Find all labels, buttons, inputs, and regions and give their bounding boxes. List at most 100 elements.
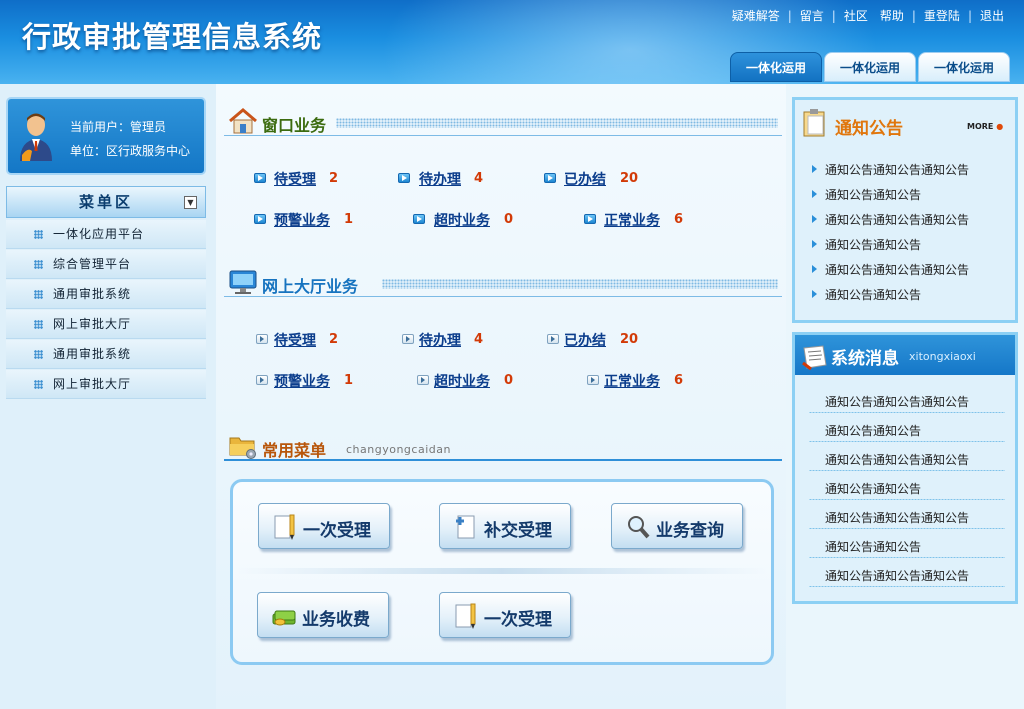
document-plus-icon — [456, 515, 475, 539]
tab-integrated-1[interactable]: 一体化运用 — [730, 52, 822, 82]
button-label: 业务收费 — [302, 610, 370, 630]
document-pencil-icon — [274, 514, 295, 540]
tab-integrated-3[interactable]: 一体化运用 — [918, 52, 1010, 82]
system-message-subtitle: xitongxiaoxi — [909, 350, 976, 363]
relogin-link[interactable]: 重登陆 — [918, 7, 966, 24]
document-pencil-icon — [455, 603, 476, 629]
notice-item[interactable]: 通知公告通知公告通知公告 — [811, 261, 969, 278]
notice-title: 通知公告 — [835, 119, 903, 139]
separator: | — [967, 8, 972, 23]
help-faq-link[interactable]: 疑难解答 — [726, 7, 786, 24]
menu-item-online-hall-2[interactable]: 网上审批大厅 — [6, 370, 206, 399]
system-message-item[interactable]: 通知公告通知公告通知公告 — [825, 567, 969, 584]
grid-dots-icon — [34, 290, 43, 299]
separator: | — [911, 8, 916, 23]
dotted-divider — [809, 557, 1005, 558]
message-link[interactable]: 留言 — [794, 7, 830, 24]
system-message-title: 系统消息 — [831, 349, 899, 369]
online-pending-accept-link[interactable]: 待受理 — [274, 330, 316, 350]
common-menu-subtitle: changyongcaidan — [346, 443, 451, 456]
system-message-item[interactable]: 通知公告通知公告 — [825, 480, 921, 497]
online-completed-link[interactable]: 已办结 — [564, 330, 606, 350]
arrow-icon — [398, 173, 410, 183]
tab-integrated-2[interactable]: 一体化运用 — [824, 52, 916, 82]
online-hall-header: 网上大厅业务 — [224, 267, 782, 297]
online-warning-count: 1 — [344, 373, 354, 388]
left-sidebar: 当前用户：管理员 单位：区行政服务中心 菜单区 ▼ 一体化应用平台 综合管理平台… — [0, 84, 216, 709]
main-content: 窗口业务 待受理 2 待办理 4 已办结 20 预警业务 1 超时业务 0 正常… — [216, 84, 786, 709]
notice-item[interactable]: 通知公告通知公告通知公告 — [811, 161, 969, 178]
menu-item-label: 通用审批系统 — [53, 287, 132, 301]
one-time-accept-button-2[interactable]: 一次受理 — [439, 592, 571, 638]
app-title: 行政审批管理信息系统 — [22, 20, 323, 54]
business-charge-button[interactable]: 业务收费 — [257, 592, 389, 638]
menu-item-approval-system[interactable]: 通用审批系统 — [6, 280, 206, 309]
monitor-icon — [229, 270, 257, 294]
online-overdue-link[interactable]: 超时业务 — [434, 371, 490, 391]
pending-handle-link[interactable]: 待办理 — [419, 169, 461, 189]
community-link[interactable]: 社区 — [838, 7, 874, 24]
separator: | — [831, 8, 836, 23]
one-time-accept-button[interactable]: 一次受理 — [258, 503, 390, 549]
arrow-icon — [256, 334, 268, 344]
system-message-item[interactable]: 通知公告通知公告通知公告 — [825, 509, 969, 526]
menu-title: 菜单区 — [78, 193, 133, 211]
overdue-business-link[interactable]: 超时业务 — [434, 210, 490, 230]
system-message-item[interactable]: 通知公告通知公告 — [825, 422, 921, 439]
menu-item-label: 综合管理平台 — [53, 257, 132, 271]
more-label: MORE — [967, 122, 994, 131]
system-message-item[interactable]: 通知公告通知公告通知公告 — [825, 451, 969, 468]
current-user-label: 当前用户：管理员 — [70, 120, 167, 134]
notice-item[interactable]: 通知公告通知公告 — [811, 286, 921, 303]
common-menu-title: 常用菜单 — [262, 441, 327, 460]
arrow-icon — [402, 334, 414, 344]
completed-link[interactable]: 已办结 — [564, 169, 606, 189]
notice-panel: 通知公告 MORE ● 通知公告通知公告通知公告 通知公告通知公告 通知公告通知… — [792, 97, 1018, 323]
help-link[interactable]: 帮助 — [874, 7, 910, 24]
system-message-item[interactable]: 通知公告通知公告通知公告 — [825, 393, 969, 410]
notice-item[interactable]: 通知公告通知公告通知公告 — [811, 211, 969, 228]
notice-item[interactable]: 通知公告通知公告 — [811, 236, 921, 253]
online-warning-link[interactable]: 预警业务 — [274, 371, 330, 391]
pending-accept-count: 2 — [329, 171, 339, 186]
notice-item[interactable]: 通知公告通知公告 — [811, 186, 921, 203]
dotted-divider — [382, 279, 778, 289]
menu-item-approval-system-2[interactable]: 通用审批系统 — [6, 340, 206, 369]
logout-link[interactable]: 退出 — [974, 7, 1010, 24]
normal-business-count: 6 — [674, 212, 684, 227]
arrow-icon — [256, 375, 268, 385]
supplementary-accept-button[interactable]: 补交受理 — [439, 503, 571, 549]
arrow-icon — [413, 214, 425, 224]
dotted-divider — [809, 499, 1005, 500]
menu-item-integrated-platform[interactable]: 一体化应用平台 — [6, 220, 206, 249]
notice-more-link[interactable]: MORE ● — [967, 122, 1003, 131]
menu-item-label: 通用审批系统 — [53, 347, 132, 361]
dotted-divider — [809, 470, 1005, 471]
grid-dots-icon — [34, 230, 43, 239]
warning-business-link[interactable]: 预警业务 — [274, 210, 330, 230]
online-pending-handle-link[interactable]: 待办理 — [419, 330, 461, 350]
completed-count: 20 — [620, 171, 639, 186]
online-pending-accept-count: 2 — [329, 332, 339, 347]
menu-header: 菜单区 ▼ — [6, 186, 206, 218]
button-label: 业务查询 — [656, 521, 724, 541]
top-links: 疑难解答 | 留言 | 社区 帮助 | 重登陆 | 退出 — [726, 7, 1010, 24]
grid-dots-icon — [34, 350, 43, 359]
system-message-item[interactable]: 通知公告通知公告 — [825, 538, 921, 555]
scroll-paper-icon — [802, 345, 827, 371]
dropdown-toggle-icon[interactable]: ▼ — [184, 196, 197, 209]
menu-item-admin-platform[interactable]: 综合管理平台 — [6, 250, 206, 279]
menu-item-online-hall[interactable]: 网上审批大厅 — [6, 310, 206, 339]
normal-business-link[interactable]: 正常业务 — [604, 210, 660, 230]
money-stack-icon — [272, 610, 296, 626]
warning-business-count: 1 — [344, 212, 354, 227]
button-label: 一次受理 — [484, 610, 552, 630]
business-query-button[interactable]: 业务查询 — [611, 503, 743, 549]
online-normal-link[interactable]: 正常业务 — [604, 371, 660, 391]
top-tabs: 一体化运用 一体化运用 一体化运用 — [730, 52, 1010, 82]
button-label: 一次受理 — [303, 521, 371, 541]
pending-accept-link[interactable]: 待受理 — [274, 169, 316, 189]
folder-gear-icon — [229, 437, 256, 459]
dotted-divider — [809, 441, 1005, 442]
overdue-business-count: 0 — [504, 212, 514, 227]
